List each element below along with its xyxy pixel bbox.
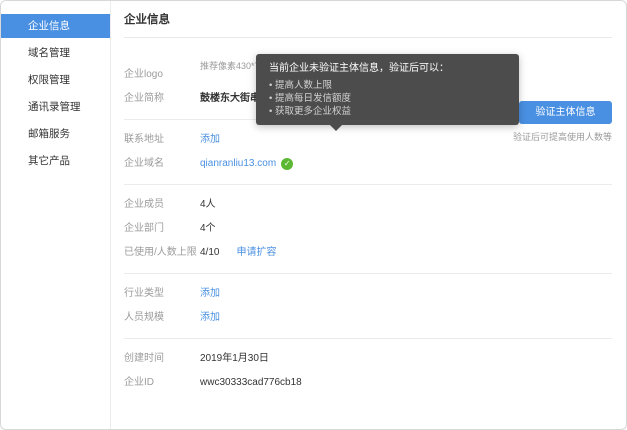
departments-count: 4个 xyxy=(200,222,216,236)
sidebar-item-contacts-management[interactable]: 通讯录管理 xyxy=(1,95,110,119)
domain-verified-icon: ✓ xyxy=(281,158,293,170)
row-created-time: 创建时间 2019年1月30日 xyxy=(124,347,612,371)
row-departments-label: 企业部门 xyxy=(124,222,200,236)
row-members: 企业成员 4人 xyxy=(124,193,612,217)
group-profile: 行业类型 添加 人员规模 添加 xyxy=(124,274,612,339)
group-meta: 创建时间 2019年1月30日 企业ID wwc30333cad776cb18 xyxy=(124,339,612,403)
tooltip-bullet: 提高每日发信额度 xyxy=(269,92,506,105)
row-usage: 已使用/人数上限 4/10 申请扩容 xyxy=(124,241,612,265)
row-created-time-label: 创建时间 xyxy=(124,352,200,366)
logo-size-hint: 推荐像素430*70 xyxy=(200,59,265,73)
sidebar-item-domain-management[interactable]: 域名管理 xyxy=(1,41,110,65)
company-domain-link[interactable]: qianranliu13.com xyxy=(200,157,276,171)
row-corp-id-label: 企业ID xyxy=(124,376,200,390)
add-scale-link[interactable]: 添加 xyxy=(200,311,220,325)
admin-window: 企业信息 域名管理 权限管理 通讯录管理 邮箱服务 其它产品 企业信息 企业lo… xyxy=(0,0,627,430)
verify-subject-button[interactable]: 验证主体信息 xyxy=(519,101,612,124)
add-industry-link[interactable]: 添加 xyxy=(200,287,220,301)
row-address-label: 联系地址 xyxy=(124,133,200,147)
request-expansion-link[interactable]: 申请扩容 xyxy=(236,246,276,260)
row-logo-value: 推荐像素430*70 xyxy=(200,55,265,73)
members-count: 4人 xyxy=(200,198,216,212)
row-industry: 行业类型 添加 xyxy=(124,282,612,306)
verify-area: 验证主体信息 验证后可提高使用人数等 xyxy=(513,101,612,143)
sidebar: 企业信息 域名管理 权限管理 通讯录管理 邮箱服务 其它产品 xyxy=(1,1,111,429)
tooltip-bullet-list: 提高人数上限 提高每日发信额度 获取更多企业权益 xyxy=(269,79,506,118)
row-departments: 企业部门 4个 xyxy=(124,217,612,241)
tooltip-title: 当前企业未验证主体信息，验证后可以： xyxy=(269,62,506,75)
sidebar-item-permission-management[interactable]: 权限管理 xyxy=(1,68,110,92)
row-members-label: 企业成员 xyxy=(124,198,200,212)
tooltip-bullet: 提高人数上限 xyxy=(269,79,506,92)
row-industry-label: 行业类型 xyxy=(124,287,200,301)
verify-note: 验证后可提高使用人数等 xyxy=(513,130,612,143)
unverified-tooltip: 当前企业未验证主体信息，验证后可以： 提高人数上限 提高每日发信额度 获取更多企… xyxy=(256,54,519,125)
row-corp-id: 企业ID wwc30333cad776cb18 xyxy=(124,371,612,395)
row-scale-label: 人员规模 xyxy=(124,311,200,325)
created-time-value: 2019年1月30日 xyxy=(200,352,269,366)
corp-id-value: wwc30333cad776cb18 xyxy=(200,376,302,390)
group-members: 企业成员 4人 企业部门 4个 已使用/人数上限 4/10 申请扩容 xyxy=(124,185,612,274)
add-address-link[interactable]: 添加 xyxy=(200,133,220,147)
sidebar-item-company-info[interactable]: 企业信息 xyxy=(1,14,110,38)
row-domain-label: 企业域名 xyxy=(124,157,200,171)
row-short-name-label: 企业简称 xyxy=(124,92,200,106)
sidebar-item-other-products[interactable]: 其它产品 xyxy=(1,149,110,173)
page-title: 企业信息 xyxy=(124,1,612,38)
usage-value: 4/10 xyxy=(200,246,219,260)
tooltip-bullet: 获取更多企业权益 xyxy=(269,105,506,118)
row-domain: 企业域名 qianranliu13.com ✓ xyxy=(124,152,612,176)
row-scale: 人员规模 添加 xyxy=(124,306,612,330)
row-usage-label: 已使用/人数上限 xyxy=(124,246,200,260)
row-logo-label: 企业logo xyxy=(124,55,200,82)
sidebar-item-mailbox-service[interactable]: 邮箱服务 xyxy=(1,122,110,146)
